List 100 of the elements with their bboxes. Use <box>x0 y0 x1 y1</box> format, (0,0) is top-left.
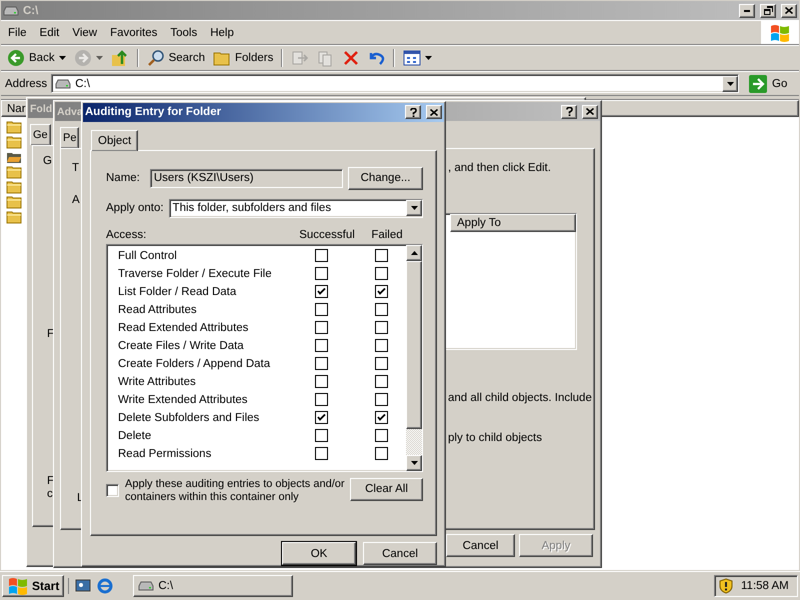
menu-item[interactable]: View <box>65 26 104 38</box>
restore-button[interactable] <box>760 4 776 18</box>
successful-checkbox[interactable] <box>315 339 328 352</box>
window-title: Auditing Entry for Folder <box>85 106 222 118</box>
column-header[interactable]: Apply To <box>450 214 576 232</box>
back-button[interactable]: Back <box>4 47 69 69</box>
successful-checkbox[interactable] <box>315 267 328 280</box>
close-button[interactable] <box>426 105 442 120</box>
failed-checkbox[interactable] <box>375 321 388 334</box>
start-button[interactable]: Start <box>2 575 64 598</box>
caret-icon <box>58 56 66 60</box>
drive-icon <box>138 581 154 592</box>
windows-flag-icon <box>769 22 791 42</box>
menu-item[interactable]: Favorites <box>103 26 164 38</box>
help-button[interactable] <box>561 104 577 118</box>
folders-button[interactable]: Folders <box>210 47 276 69</box>
apply-onto-label: Apply onto: <box>106 202 164 214</box>
search-button[interactable]: Search <box>144 47 208 69</box>
failed-checkbox[interactable] <box>375 411 388 424</box>
group-label: F <box>47 328 54 340</box>
failed-checkbox[interactable] <box>375 249 388 262</box>
apply-onto-select[interactable]: This folder, subfolders and files <box>168 198 423 218</box>
window-title: Fold <box>30 102 52 114</box>
successful-checkbox[interactable] <box>315 375 328 388</box>
failed-checkbox[interactable] <box>375 339 388 352</box>
failed-checkbox[interactable] <box>375 285 388 298</box>
task-button[interactable]: C:\ <box>133 575 294 598</box>
caret-icon <box>410 460 418 465</box>
ok-button[interactable]: OK <box>282 542 356 565</box>
access-label: Access: <box>106 228 148 241</box>
inherit-text: and all child objects. Include <box>448 392 592 404</box>
note-text: c <box>47 488 53 500</box>
shield-icon[interactable] <box>719 578 733 594</box>
intro-text: T <box>72 162 80 174</box>
failed-checkbox[interactable] <box>375 375 388 388</box>
failed-checkbox[interactable] <box>375 357 388 370</box>
name-field: Users (KSZI\Users) <box>150 168 343 188</box>
cancel-button[interactable]: Cancel <box>446 534 515 557</box>
up-arrow-icon <box>410 250 418 255</box>
minimize-button[interactable] <box>739 4 755 18</box>
failed-checkbox[interactable] <box>375 303 388 316</box>
permission-name: Read Extended Attributes <box>118 322 250 334</box>
successful-checkbox[interactable] <box>315 429 328 442</box>
drive-icon <box>3 6 19 16</box>
folder-icon <box>213 50 232 66</box>
permission-name: List Folder / Read Data <box>118 286 238 298</box>
successful-checkbox[interactable] <box>315 303 328 316</box>
help-icon <box>566 107 572 116</box>
successful-checkbox[interactable] <box>315 447 328 460</box>
address-label: Address <box>5 78 48 90</box>
close-icon <box>586 108 594 115</box>
failed-checkbox[interactable] <box>375 447 388 460</box>
caret-icon <box>96 56 103 60</box>
caret-icon <box>410 206 418 210</box>
close-button[interactable] <box>582 104 598 118</box>
folder-icon <box>6 165 22 179</box>
object-tab[interactable]: Object <box>91 130 138 151</box>
successful-checkbox[interactable] <box>315 321 328 334</box>
instruction-text: , and then click Edit. <box>448 162 551 174</box>
permission-name: Delete Subfolders and Files <box>118 412 260 424</box>
menu-item[interactable]: Tools <box>163 26 204 38</box>
views-icon <box>403 50 422 66</box>
replace-text: ply to child objects <box>448 432 542 444</box>
change-button[interactable]: Change... <box>348 166 423 190</box>
folder-up-icon <box>110 49 129 67</box>
permission-name: Read Attributes <box>118 304 198 316</box>
windows-flag-icon <box>7 576 29 596</box>
permission-name: Write Attributes <box>118 376 197 388</box>
help-icon <box>410 108 416 117</box>
menu-item[interactable]: Edit <box>32 26 66 38</box>
go-button[interactable]: Go <box>743 74 795 94</box>
permission-name: Delete <box>118 430 152 442</box>
help-button[interactable] <box>405 105 421 120</box>
name-label: Name: <box>106 172 140 184</box>
successful-checkbox[interactable] <box>315 285 328 298</box>
tab[interactable]: Ge <box>30 124 51 145</box>
successful-checkbox[interactable] <box>315 393 328 406</box>
successful-checkbox[interactable] <box>315 357 328 370</box>
clear-all-button[interactable]: Clear All <box>350 478 423 501</box>
window-title: C:\ <box>23 4 38 16</box>
menu-item[interactable]: Help <box>203 26 240 38</box>
minimize-icon <box>744 10 750 12</box>
failed-checkbox[interactable] <box>375 267 388 280</box>
browser-icon[interactable] <box>97 578 114 594</box>
column-title: Nar <box>7 102 26 114</box>
address-field[interactable]: C:\ <box>51 74 739 93</box>
failed-checkbox[interactable] <box>375 429 388 442</box>
menu-item[interactable]: File <box>1 26 33 38</box>
tab[interactable]: Pe <box>60 127 80 148</box>
close-button[interactable] <box>781 4 797 18</box>
successful-checkbox[interactable] <box>315 411 328 424</box>
dropdown-button[interactable] <box>406 200 422 216</box>
close-icon <box>430 108 438 116</box>
failed-checkbox[interactable] <box>375 393 388 406</box>
scrollbar[interactable] <box>406 244 422 471</box>
desktop-icon[interactable] <box>75 578 92 594</box>
successful-checkbox[interactable] <box>315 249 328 262</box>
dropdown-button[interactable] <box>722 76 738 92</box>
cancel-button[interactable]: Cancel <box>363 542 437 565</box>
checkbox[interactable] <box>106 484 119 498</box>
